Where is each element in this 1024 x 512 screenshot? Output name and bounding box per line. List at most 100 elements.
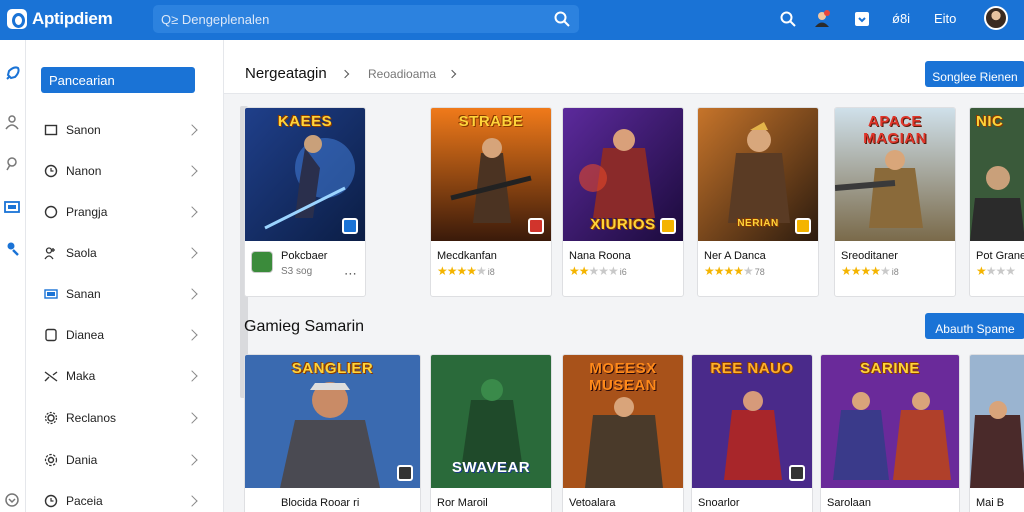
sidebar-item-label: Prangja	[66, 205, 108, 219]
game-cover	[970, 355, 1024, 488]
badge-icon	[342, 218, 358, 234]
game-card[interactable]: SWAVEAR Ror Maroil	[430, 354, 552, 512]
publisher-thumb	[251, 251, 273, 273]
chevron-right-icon	[186, 370, 198, 382]
sidebar-item-2[interactable]: Nanon	[44, 160, 204, 182]
heart-icon[interactable]	[4, 492, 20, 508]
sidebar-item-10[interactable]: Paceia	[44, 490, 204, 512]
sidebar-item-5[interactable]: Sanan	[44, 283, 204, 305]
sidebar-item-6[interactable]: Dianea	[44, 324, 204, 346]
settings-icon	[44, 453, 58, 467]
game-cover: KAEES	[245, 108, 365, 241]
sidebar-item-7[interactable]: Maka	[44, 365, 204, 387]
game-card[interactable]: NIC Pot Grane ★★★★	[969, 107, 1024, 297]
badge-icon	[660, 218, 676, 234]
chevron-right-icon	[186, 124, 198, 136]
pin-icon[interactable]	[4, 156, 20, 172]
inbox-icon[interactable]	[853, 10, 871, 28]
game-logo-text: SARINE	[860, 360, 920, 377]
game-cover: SARINE	[821, 355, 959, 488]
chevron-right-icon	[186, 247, 198, 259]
sidebar: Pancearian Sanon Nanon Prangja Saola San…	[26, 40, 248, 512]
game-card[interactable]: APACE MAGIAN Sreoditaner ★★★★★ i8	[834, 107, 956, 297]
sidebar-item-label: Maka	[66, 369, 96, 383]
search-icon[interactable]	[779, 10, 797, 28]
more-icon[interactable]: ⋯	[344, 266, 357, 282]
users-icon	[44, 247, 55, 260]
game-card[interactable]: MOEESX MUSEAN Vetoalara	[562, 354, 684, 512]
sidebar-item-label: Saola	[66, 246, 97, 260]
chevron-right-icon	[186, 206, 198, 218]
game-title: Ner A Danca	[704, 250, 766, 262]
top-link-1[interactable]: ǿ8i	[892, 11, 910, 26]
badge-icon	[397, 465, 413, 481]
screen-icon	[44, 289, 58, 299]
rating-stars: ★★★★	[976, 264, 1016, 278]
game-price: S3 sog	[281, 266, 313, 277]
chevron-right-icon	[186, 412, 198, 424]
sidebar-item-8[interactable]: Reclanos	[44, 407, 204, 429]
game-title: Nana Roona	[569, 250, 631, 262]
person-icon[interactable]	[4, 241, 20, 257]
game-logo-text: SWAVEAR	[451, 459, 531, 476]
sidebar-item-4[interactable]: Saola	[44, 242, 204, 264]
game-logo-text: SANGLIER	[291, 360, 374, 377]
game-cover: MOEESX MUSEAN	[563, 355, 683, 488]
sidebar-item-1[interactable]: Sanon	[44, 119, 204, 141]
game-title: Blocida Rooar ri	[281, 497, 360, 509]
game-title: Mecdkanfan	[437, 250, 497, 262]
section-action-button[interactable]: Abauth Spame	[925, 313, 1024, 339]
game-logo-text: NIC	[976, 113, 1004, 130]
breadcrumb-sub[interactable]: Reoadioama	[368, 67, 436, 81]
game-title: Sreoditaner	[841, 250, 898, 262]
game-card[interactable]: REE NAUO Snoarlor	[691, 354, 813, 512]
rating-stars: ★★★★★ i8	[841, 264, 899, 278]
app-name: Aptipdiem	[32, 9, 113, 28]
game-title: Mai B	[976, 497, 1005, 509]
chevron-right-icon	[186, 454, 198, 466]
search-icon[interactable]	[553, 10, 571, 28]
square-icon	[44, 124, 58, 136]
gear-icon	[44, 411, 58, 425]
game-card[interactable]: NERIAN Ner A Danca ★★★★★ 78	[697, 107, 819, 297]
game-title: Snoarlor	[698, 497, 740, 509]
user-icon[interactable]	[4, 114, 20, 130]
game-card[interactable]: Mai B	[969, 354, 1024, 512]
chevron-down-icon[interactable]	[340, 69, 350, 79]
app-logo[interactable]: Aptipdiem	[7, 9, 113, 29]
game-card[interactable]: KAEES Pokcbaer S3 sog ⋯	[244, 107, 366, 297]
game-cover: SWAVEAR	[431, 355, 551, 488]
game-card[interactable]: XIURIOS Nana Roona ★★★★★ i6	[562, 107, 684, 297]
game-title: Sarolaan	[827, 497, 872, 509]
sidebar-item-3[interactable]: Prangja	[44, 201, 204, 223]
user-notification-icon[interactable]	[813, 10, 831, 28]
tag-icon	[45, 328, 57, 342]
sidebar-item-label: Sanan	[66, 287, 101, 301]
sidebar-item-label: Sanon	[66, 123, 101, 137]
game-title: Pokcbaer	[281, 250, 328, 262]
sidebar-item-9[interactable]: Dania	[44, 449, 204, 471]
shuffle-icon	[44, 371, 58, 382]
sidebar-item-active[interactable]: Pancearian	[41, 67, 195, 93]
game-cover: NERIAN	[698, 108, 818, 241]
rating-stars: ★★★★★ i6	[569, 264, 627, 278]
game-card[interactable]: SARINE Sarolaan	[820, 354, 960, 512]
badge-icon	[795, 218, 811, 234]
search-input[interactable]	[161, 5, 541, 33]
chevron-right-icon	[186, 165, 198, 177]
game-cover: NIC	[970, 108, 1024, 241]
avatar[interactable]	[984, 6, 1008, 30]
monitor-icon[interactable]	[4, 200, 20, 216]
game-logo-text: KAEES	[277, 113, 333, 130]
game-card[interactable]: SANGLIER Blocida Rooar ri	[244, 354, 421, 512]
top-link-2[interactable]: Eito	[934, 11, 956, 26]
primary-action-button[interactable]: Songlee Rienen	[925, 61, 1024, 87]
icon-rail	[0, 40, 26, 512]
sidebar-item-label: Dianea	[66, 328, 105, 342]
rocket-icon[interactable]	[4, 66, 20, 82]
page-title[interactable]: Nergeatagin	[245, 65, 327, 82]
circle-icon	[44, 205, 58, 219]
game-title: Ror Maroil	[437, 497, 488, 509]
logo-icon	[7, 9, 27, 29]
game-card[interactable]: STRABE Mecdkanfan ★★★★★ i8	[430, 107, 552, 297]
